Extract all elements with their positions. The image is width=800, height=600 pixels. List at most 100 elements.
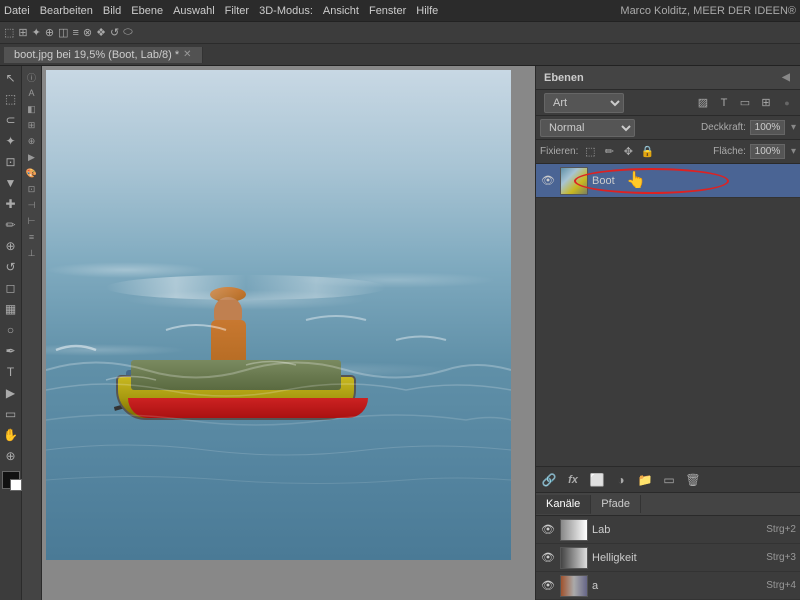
tool-select-rect[interactable]: ⬚ [1,89,21,109]
ebenen-title: Ebenen [544,72,584,84]
filter-smart-icon[interactable]: ⊞ [757,94,775,112]
foreground-color[interactable] [2,471,20,489]
toolbar-icon-4[interactable]: ⊕ [45,26,54,39]
channel-helligkeit-thumb [560,547,588,569]
tool-zoom[interactable]: ⊕ [1,446,21,466]
channel-helligkeit[interactable]: 👁 Helligkeit Strg+3 [536,544,800,572]
menu-edit[interactable]: Bearbeiten [40,5,93,17]
menu-image[interactable]: Bild [103,5,121,17]
toolbar-icon-8[interactable]: ❖ [96,26,106,39]
adjustment-icon[interactable]: ◑ [612,471,630,489]
tool-eyedropper[interactable]: ▼ [1,173,21,193]
side-icon-8[interactable]: ⊡ [23,182,41,196]
toolbar-icon-1[interactable]: ⬚ [4,26,14,39]
tool-crop[interactable]: ⊡ [1,152,21,172]
tool-move[interactable]: ↖ [1,68,21,88]
channel-lab[interactable]: 👁 Lab Strg+2 [536,516,800,544]
tool-hand[interactable]: ✋ [1,425,21,445]
tool-magic-wand[interactable]: ✦ [1,131,21,151]
menu-layer[interactable]: Ebene [131,5,163,17]
side-icon-6[interactable]: ▶ [23,150,41,164]
tool-text[interactable]: T [1,362,21,382]
filter-text-icon[interactable]: T [715,94,733,112]
tool-dodge[interactable]: ○ [1,320,21,340]
side-icon-12[interactable]: ⊥ [23,246,41,260]
tool-path-select[interactable]: ▶ [1,383,21,403]
right-sidebar: Ebenen ◀ Art ▨ T ▭ ⊞ ● N [535,66,800,600]
mask-icon[interactable]: ⬜ [588,471,606,489]
side-icon-5[interactable]: ⊕ [23,134,41,148]
channel-helligkeit-visibility[interactable]: 👁 [540,550,556,566]
toolbar-icon-9[interactable]: ↺ [110,26,119,39]
fix-lock-icon[interactable]: 🔒 [639,144,655,160]
tool-gradient[interactable]: ▦ [1,299,21,319]
toolbar-icon-7[interactable]: ⊗ [83,26,92,39]
pfade-tab[interactable]: Pfade [591,495,641,513]
toolbar-icon-10[interactable]: ⬭ [123,26,132,39]
background-color[interactable] [10,479,22,491]
fix-brush-icon[interactable]: ✏ [601,144,617,160]
menu-help[interactable]: Hilfe [416,5,438,17]
toolbar-icon-5[interactable]: ◫ [58,26,68,39]
filter-shape-icon[interactable]: ▭ [736,94,754,112]
delete-layer-icon[interactable]: 🗑 [684,471,702,489]
panel-bottom: 🔗 fx ⬜ ◑ 📁 ▭ 🗑 [536,466,800,492]
channel-a-visibility[interactable]: 👁 [540,578,556,594]
tool-shape[interactable]: ▭ [1,404,21,424]
kanaele-tab[interactable]: Kanäle [536,495,591,514]
toolbar-icons: ⬚ ⊞ ✦ ⊕ ◫ ≡ ⊗ ❖ ↺ ⬭ [4,26,133,39]
layer-list: 👁 Boot 👆 [536,164,800,466]
fixieren-label: Fixieren: [540,146,578,157]
channel-lab-visibility[interactable]: 👁 [540,522,556,538]
canvas-area[interactable] [42,66,535,600]
link-icon[interactable]: 🔗 [540,471,558,489]
menu-filter[interactable]: Filter [225,5,249,17]
flaeche-dropdown-arrow[interactable]: ▾ [791,146,796,157]
layer-boot-visibility[interactable]: 👁 [540,173,556,189]
menu-window[interactable]: Fenster [369,5,406,17]
tool-eraser[interactable]: ◻ [1,278,21,298]
toolbar-icon-2[interactable]: ⊞ [18,26,27,39]
side-icon-11[interactable]: ≡ [23,230,41,244]
filter-type-dropdown[interactable]: Art [544,93,624,113]
toolbar-icon-3[interactable]: ✦ [32,26,41,39]
layer-boot[interactable]: 👁 Boot 👆 [536,164,800,198]
flaeche-value[interactable]: 100% [750,144,785,159]
add-layer-icon[interactable]: ▭ [660,471,678,489]
filter-toggle[interactable]: ● [778,94,796,112]
tab-close-button[interactable]: ✕ [183,49,191,60]
boat-hull-red [128,398,368,418]
blend-mode-dropdown[interactable]: Normal [540,119,635,137]
opacity-value[interactable]: 100% [750,120,785,135]
channel-helligkeit-shortcut: Strg+3 [766,552,796,563]
side-icon-9[interactable]: ⊣ [23,198,41,212]
menu-items[interactable]: Datei Bearbeiten Bild Ebene Auswahl Filt… [4,5,438,17]
tool-clone[interactable]: ⊕ [1,236,21,256]
tool-heal[interactable]: ✚ [1,194,21,214]
folder-icon[interactable]: 📁 [636,471,654,489]
ebenen-collapse[interactable]: ◀ [780,72,792,84]
fix-pixel-icon[interactable]: ⬚ [582,144,598,160]
menu-file[interactable]: Datei [4,5,30,17]
document-tab[interactable]: boot.jpg bei 19,5% (Boot, Lab/8) * ✕ [4,47,203,63]
tool-pen[interactable]: ✒ [1,341,21,361]
tool-brush[interactable]: ✏ [1,215,21,235]
toolbar-icon-6[interactable]: ≡ [72,27,78,39]
side-icon-10[interactable]: ⊢ [23,214,41,228]
side-icon-7[interactable]: 🎨 [23,166,41,180]
opacity-dropdown-arrow[interactable]: ▾ [791,122,796,133]
tool-history-brush[interactable]: ↺ [1,257,21,277]
side-icon-4[interactable]: ⊞ [23,118,41,132]
fix-move-icon[interactable]: ✥ [620,144,636,160]
side-icon-2[interactable]: A [23,86,41,100]
filter-pixel-icon[interactable]: ▨ [694,94,712,112]
menu-select[interactable]: Auswahl [173,5,215,17]
tool-lasso[interactable]: ⊂ [1,110,21,130]
ebenen-panel-header: Ebenen ◀ [536,66,800,90]
fx-icon[interactable]: fx [564,471,582,489]
side-icon-1[interactable]: ⓘ [23,70,41,84]
menu-3d[interactable]: 3D-Modus: [259,5,313,17]
channel-a[interactable]: 👁 a Strg+4 [536,572,800,600]
menu-view[interactable]: Ansicht [323,5,359,17]
side-icon-3[interactable]: ◧ [23,102,41,116]
